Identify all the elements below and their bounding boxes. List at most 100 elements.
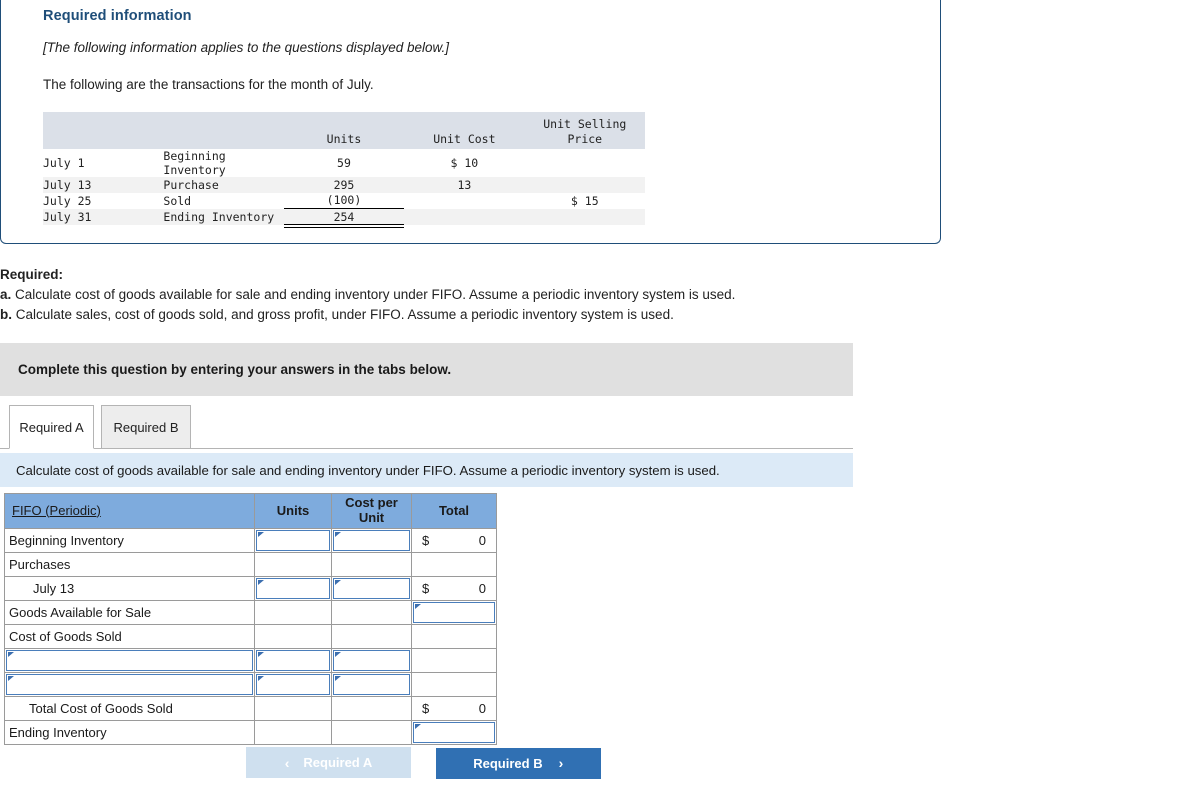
fifo-th-cost-per-unit: Cost per Unit bbox=[331, 493, 412, 529]
row-label-beginning-inventory: Beginning Inventory bbox=[4, 528, 255, 553]
label-cell-cogs-entry-2[interactable] bbox=[4, 672, 255, 697]
units-input-cogs-entry-1[interactable] bbox=[256, 650, 330, 671]
cpu-cell-ending-inventory bbox=[331, 720, 412, 745]
chevron-right-icon: › bbox=[558, 755, 564, 771]
page-title: Required information bbox=[43, 8, 192, 24]
th-usp-line2: Price bbox=[567, 131, 603, 146]
fifo-th-cpu-line2: Unit bbox=[358, 510, 385, 525]
units-input-july-13[interactable] bbox=[256, 578, 330, 599]
dollar-sign: $ bbox=[422, 701, 430, 716]
cpu-cell-goods-available bbox=[331, 600, 412, 625]
cpu-cell-beginning-inventory[interactable] bbox=[331, 528, 412, 553]
th-unit-selling-price: Unit Selling Price bbox=[524, 112, 645, 149]
cpu-cell-cogs-entry-1[interactable] bbox=[331, 648, 412, 673]
cell-unit-cost bbox=[404, 209, 524, 225]
applies-note: [The following information applies to th… bbox=[43, 40, 449, 55]
units-cell-ending-inventory bbox=[254, 720, 332, 745]
table-row bbox=[4, 672, 497, 697]
dollar-sign: $ bbox=[422, 533, 430, 548]
tab-bar: Required A Required B bbox=[0, 405, 853, 449]
tab-required-a[interactable]: Required A bbox=[9, 405, 94, 449]
cell-date: July 1 bbox=[43, 156, 85, 170]
cell-units: 254 bbox=[283, 209, 405, 228]
fifo-th-label: FIFO (Periodic) bbox=[4, 493, 255, 529]
total-input-ending-inventory[interactable] bbox=[413, 722, 495, 743]
label-cell-cogs-entry-1[interactable] bbox=[4, 648, 255, 673]
cell-unit-selling-price bbox=[525, 209, 645, 225]
total-cell-ending-inventory[interactable] bbox=[411, 720, 497, 745]
navigation-buttons: ‹ Required A Required B › bbox=[246, 747, 601, 779]
th-unit-cost: Unit Cost bbox=[404, 112, 525, 149]
cost-per-unit-input-beginning-inventory[interactable] bbox=[333, 530, 410, 551]
units-cell-goods-available bbox=[254, 600, 332, 625]
total-cell-cogs-entry-1 bbox=[411, 648, 497, 673]
table-row: Total Cost of Goods Sold $ 0 bbox=[4, 696, 497, 721]
transactions-header-row: Units Unit Cost Unit Selling Price bbox=[43, 112, 645, 149]
dollar-sign: $ bbox=[422, 581, 430, 596]
next-required-b-button[interactable]: Required B › bbox=[435, 747, 601, 779]
th-units: Units bbox=[283, 112, 405, 149]
units-cell-cogs bbox=[254, 624, 332, 649]
next-required-b-label: Required B bbox=[473, 755, 543, 771]
row-label-goods-available-for-sale: Goods Available for Sale bbox=[4, 600, 255, 625]
units-cell-cogs-entry-2[interactable] bbox=[254, 672, 332, 697]
total-input-goods-available[interactable] bbox=[413, 602, 495, 623]
fifo-th-cpu-line1: Cost per bbox=[345, 495, 398, 511]
previous-required-a-button[interactable]: ‹ Required A bbox=[246, 747, 411, 778]
table-row: Ending Inventory bbox=[4, 720, 497, 745]
required-label: Required: bbox=[0, 265, 900, 284]
fifo-th-label-text: FIFO (Periodic) bbox=[12, 502, 101, 518]
cell-units-value: 254 bbox=[283, 210, 405, 228]
units-cell-july-13[interactable] bbox=[254, 576, 332, 601]
cell-date: July 25 bbox=[43, 194, 92, 208]
cost-per-unit-input-cogs-entry-1[interactable] bbox=[333, 650, 410, 671]
tab-required-a-label: Required A bbox=[19, 419, 84, 435]
units-cell-cogs-entry-1[interactable] bbox=[254, 648, 332, 673]
table-row: July 13 Purchase 295 13 bbox=[43, 177, 645, 193]
cell-units-value: (100) bbox=[283, 193, 405, 209]
complete-question-text: Complete this question by entering your … bbox=[18, 362, 452, 377]
cell-unit-cost bbox=[404, 193, 524, 209]
total-cell-cogs-entry-2 bbox=[411, 672, 497, 697]
cell-units: 59 bbox=[337, 156, 351, 170]
th-usp-line1: Unit Selling bbox=[543, 117, 627, 132]
cost-per-unit-input-cogs-entry-2[interactable] bbox=[333, 674, 410, 695]
cost-per-unit-input-july-13[interactable] bbox=[333, 578, 410, 599]
fifo-th-total: Total bbox=[411, 493, 497, 529]
th-description bbox=[163, 112, 284, 149]
required-letter-a: a. bbox=[0, 287, 12, 303]
th-date bbox=[43, 112, 164, 149]
required-label-text: Required: bbox=[0, 267, 64, 282]
total-cell-goods-available[interactable] bbox=[411, 600, 497, 625]
table-row: Goods Available for Sale bbox=[4, 600, 497, 625]
fifo-header-row: FIFO (Periodic) Units Cost per Unit Tota… bbox=[4, 493, 497, 529]
tab-required-b-label: Required B bbox=[113, 419, 179, 435]
required-item-a: a. Calculate cost of goods available for… bbox=[0, 285, 900, 304]
cpu-cell-cogs-entry-2[interactable] bbox=[331, 672, 412, 697]
cell-unit-cost: 13 bbox=[457, 178, 472, 192]
cell-units: (100) bbox=[283, 193, 405, 209]
chevron-left-icon: ‹ bbox=[284, 754, 290, 771]
label-input-cogs-entry-2[interactable] bbox=[6, 674, 253, 695]
intro-text: The following are the transactions for t… bbox=[43, 77, 374, 92]
units-input-cogs-entry-2[interactable] bbox=[256, 674, 330, 695]
total-cell-total-cogs: $ 0 bbox=[411, 696, 497, 721]
row-label-july-13: July 13 bbox=[4, 576, 255, 601]
question-instruction-text: Calculate cost of goods available for sa… bbox=[16, 462, 720, 478]
units-input-beginning-inventory[interactable] bbox=[256, 530, 330, 551]
units-cell-beginning-inventory[interactable] bbox=[254, 528, 332, 553]
cell-description: Ending Inventory bbox=[163, 210, 275, 224]
cell-units: 295 bbox=[333, 178, 355, 192]
total-value-total-cogs: 0 bbox=[478, 701, 486, 716]
fifo-answer-table-wrap: FIFO (Periodic) Units Cost per Unit Tota… bbox=[4, 493, 497, 745]
units-cell-total-cogs bbox=[254, 696, 332, 721]
required-text-b: Calculate sales, cost of goods sold, and… bbox=[15, 307, 674, 323]
transactions-table: Units Unit Cost Unit Selling Price July … bbox=[43, 112, 645, 228]
question-instruction-banner: Calculate cost of goods available for sa… bbox=[0, 453, 853, 487]
tab-required-b[interactable]: Required B bbox=[101, 405, 191, 449]
cell-description: Sold bbox=[163, 194, 192, 208]
cell-date: July 31 bbox=[43, 210, 92, 224]
label-input-cogs-entry-1[interactable] bbox=[6, 650, 253, 671]
total-cell-july-13: $ 0 bbox=[411, 576, 497, 601]
cpu-cell-july-13[interactable] bbox=[331, 576, 412, 601]
